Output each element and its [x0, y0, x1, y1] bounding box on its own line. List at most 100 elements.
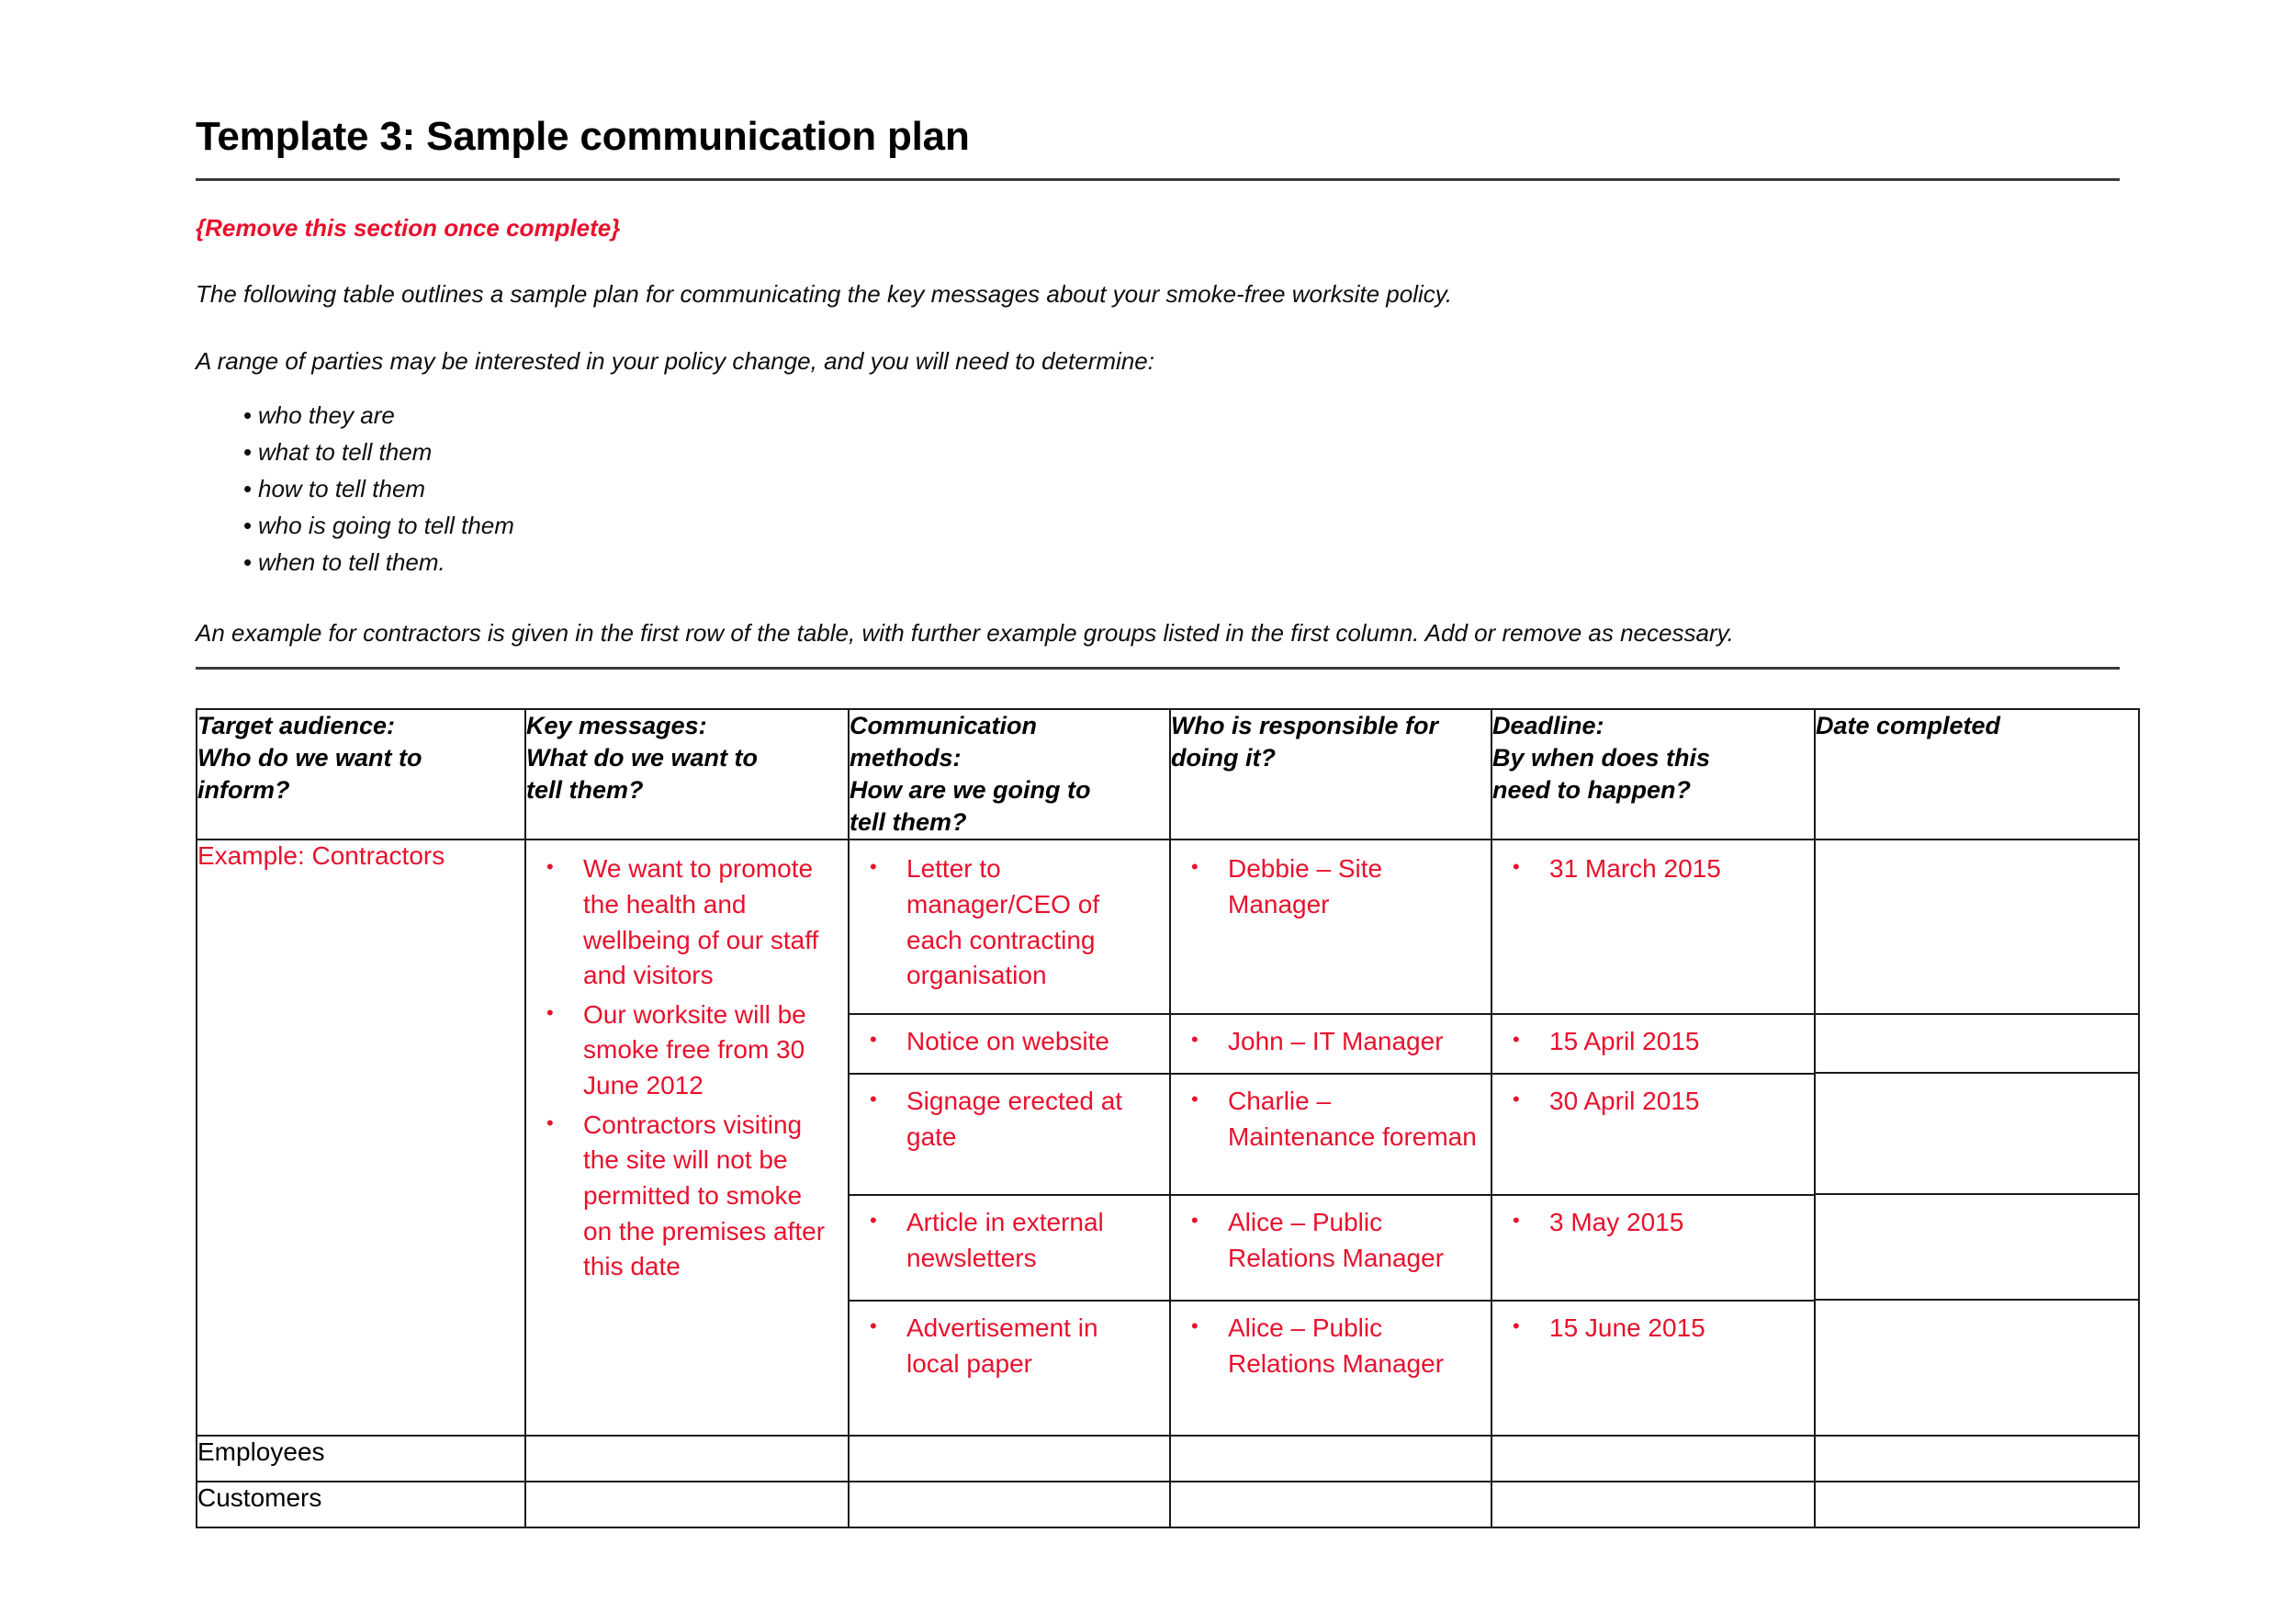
subrow: • Notice on website [850, 1014, 1169, 1075]
list-item-label: 15 April 2015 [1549, 1027, 1700, 1056]
column-header-date-completed: Date completed [1814, 707, 2140, 841]
document-page: Template 3: Sample communication plan {R… [0, 0, 2296, 1623]
table-row-example-contractors: Example: Contractors • We want to promot… [196, 839, 2140, 1437]
list-item: • who they are [196, 403, 2120, 440]
cell-communication-method[interactable]: • Letter to manager/CEO of each contract… [850, 840, 1169, 1016]
cell-responsible[interactable] [1169, 1434, 1492, 1482]
bullet-icon: • [1191, 1313, 1199, 1337]
cell-deadline-column: • 31 March 2015 • 15 April 2015 • 30 Apr… [1491, 839, 1816, 1437]
date-completed-subtable [1816, 840, 2138, 1435]
header-line: doing it? [1171, 743, 1276, 772]
cell-target-audience[interactable]: Example: Contractors [196, 839, 526, 1437]
list-item: • Notice on website [850, 1024, 1162, 1064]
determine-bullet-list: • who they are • what to tell them • how… [196, 403, 2120, 587]
cell-responsible[interactable]: • Alice – Public Relations Manager [1171, 1194, 1491, 1302]
cell-communication-method[interactable] [848, 1434, 1171, 1482]
cell-deadline[interactable] [1491, 1480, 1816, 1528]
cell-key-messages[interactable] [524, 1434, 850, 1482]
list-item: • 3 May 2015 [1492, 1205, 1806, 1245]
cell-key-messages[interactable] [524, 1480, 850, 1528]
list-item-label: who is going to tell them [258, 512, 514, 540]
cell-communication-method[interactable]: • Signage erected at gate [850, 1073, 1169, 1196]
bullet-icon: • [1513, 1313, 1520, 1337]
communication-methods-subtable: • Letter to manager/CEO of each contract… [850, 840, 1169, 1435]
subrow: • Signage erected at gate [850, 1073, 1169, 1196]
bullet-icon: • [243, 512, 253, 540]
section-divider [196, 666, 2120, 670]
bullet-icon: • [546, 1000, 554, 1024]
bullet-icon: • [1191, 1087, 1199, 1110]
cell-responsible[interactable]: • John – IT Manager [1171, 1014, 1491, 1075]
cell-date-completed[interactable] [1816, 840, 2138, 1016]
cell-communication-method[interactable]: • Article in external newsletters [850, 1194, 1169, 1302]
header-line: Communication [850, 711, 1038, 739]
cell-date-completed[interactable] [1816, 1073, 2138, 1196]
header-line: inform? [197, 776, 290, 805]
cell-date-completed[interactable] [1816, 1194, 2138, 1302]
bullet-icon: • [870, 1087, 877, 1110]
cell-responsible[interactable]: • Alice – Public Relations Manager [1171, 1300, 1491, 1435]
subrow: • 15 April 2015 [1492, 1014, 1814, 1075]
table-row-employees: Employees [196, 1434, 2140, 1482]
cell-date-completed[interactable] [1816, 1300, 2138, 1435]
cell-target-audience[interactable]: Customers [196, 1480, 526, 1528]
subrow: • Debbie – Site Manager [1171, 840, 1491, 1016]
cell-deadline[interactable] [1491, 1434, 1816, 1482]
list-item: • Contractors visiting the site will not… [526, 1108, 840, 1289]
responsible-list: • Debbie – Site Manager [1171, 840, 1491, 937]
cell-deadline[interactable]: • 15 April 2015 [1492, 1014, 1814, 1075]
cell-deadline[interactable]: • 3 May 2015 [1492, 1194, 1814, 1302]
list-item: • Alice – Public Relations Manager [1171, 1205, 1483, 1279]
list-item: • Article in external newsletters [850, 1205, 1162, 1279]
bullet-icon: • [1191, 1208, 1199, 1232]
cell-deadline[interactable]: • 31 March 2015 [1492, 840, 1814, 1016]
column-header-communication-methods: Communication methods: How are we going … [848, 707, 1171, 841]
responsible-list: • Charlie – Maintenance foreman [1171, 1075, 1491, 1167]
subrow: • Alice – Public Relations Manager [1171, 1194, 1491, 1302]
header-line: What do we want to [526, 743, 758, 772]
list-item: • Our worksite will be smoke free from 3… [526, 997, 840, 1108]
list-item-label: Debbie – Site Manager [1228, 854, 1383, 919]
cell-deadline[interactable]: • 30 April 2015 [1492, 1073, 1814, 1196]
deadline-list: • 15 April 2015 [1492, 1015, 1814, 1073]
table-header: Target audience: Who do we want to infor… [196, 707, 2140, 841]
deadline-list: • 31 March 2015 [1492, 840, 1814, 902]
bullet-icon: • [1191, 855, 1199, 879]
cell-key-messages[interactable]: • We want to promote the health and well… [524, 839, 850, 1437]
header-line: methods: [850, 743, 962, 772]
cell-communication-method[interactable] [848, 1480, 1171, 1528]
list-item: • when to tell them. [196, 550, 2120, 587]
cell-responsible[interactable]: • Debbie – Site Manager [1171, 840, 1491, 1016]
bullet-icon: • [243, 401, 253, 430]
list-item-label: John – IT Manager [1228, 1027, 1444, 1056]
subrow: • 30 April 2015 [1492, 1073, 1814, 1196]
cell-date-completed[interactable] [1814, 1480, 2140, 1528]
list-item: • Alice – Public Relations Manager [1171, 1311, 1483, 1385]
header-line: Who is responsible for [1171, 711, 1439, 739]
bullet-icon: • [1513, 1208, 1520, 1232]
list-item: • Letter to manager/CEO of each contract… [850, 851, 1162, 997]
cell-date-completed-column [1814, 839, 2140, 1437]
subrow: • 15 June 2015 [1492, 1300, 1814, 1435]
header-line: Key messages: [526, 711, 707, 739]
cell-target-audience[interactable]: Employees [196, 1434, 526, 1482]
remove-section-note: {Remove this section once complete} [196, 214, 621, 242]
key-messages-list: • We want to promote the health and well… [526, 840, 848, 1300]
cell-communication-method[interactable]: • Notice on website [850, 1014, 1169, 1075]
header-line: Date completed [1816, 711, 2001, 739]
subrow: • Charlie – Maintenance foreman [1171, 1073, 1491, 1196]
cell-date-completed[interactable] [1816, 1014, 2138, 1075]
method-list: • Signage erected at gate [850, 1075, 1169, 1167]
list-item-label: Charlie – Maintenance foreman [1228, 1086, 1477, 1151]
cell-responsible[interactable]: • Charlie – Maintenance foreman [1171, 1073, 1491, 1196]
header-line: Who do we want to [197, 743, 422, 772]
header-line: tell them? [850, 808, 967, 837]
cell-responsible[interactable] [1169, 1480, 1492, 1528]
cell-communication-method[interactable]: • Advertisement in local paper [850, 1300, 1169, 1435]
bullet-icon: • [870, 1028, 877, 1052]
list-item: • Charlie – Maintenance foreman [1171, 1084, 1483, 1158]
list-item: • 15 April 2015 [1492, 1024, 1806, 1064]
cell-date-completed[interactable] [1814, 1434, 2140, 1482]
column-header-target-audience: Target audience: Who do we want to infor… [196, 707, 526, 841]
cell-deadline[interactable]: • 15 June 2015 [1492, 1300, 1814, 1435]
